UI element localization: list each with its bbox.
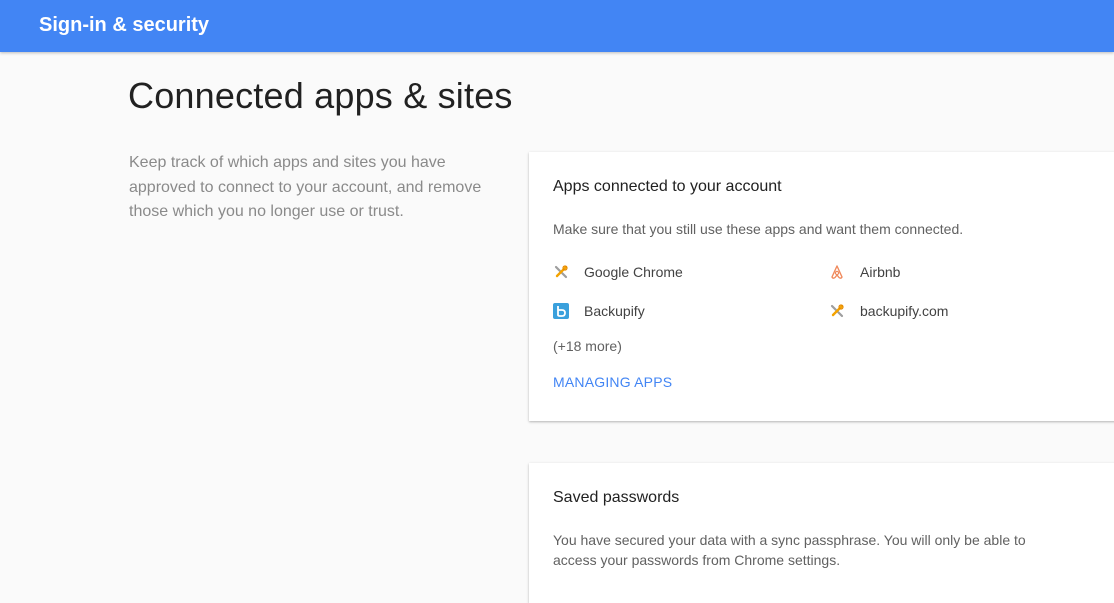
app-item-airbnb[interactable]: Airbnb [829,262,900,282]
key-tools-icon [554,265,568,279]
app-item-backupify-com[interactable]: backupify.com [829,301,948,321]
app-label: Airbnb [860,264,901,280]
page-title: Connected apps & sites [128,75,513,116]
app-item-google-chrome[interactable]: Google Chrome [553,262,683,282]
card-description: You have secured your data with a sync p… [553,532,1026,568]
key-tools-icon [830,304,844,318]
saved-passwords-card: Saved passwords You have secured your da… [529,463,1114,603]
top-app-bar: Sign-in & security [0,0,1114,52]
airbnb-icon [831,265,843,279]
app-label: backupify.com [860,303,949,319]
managing-apps-link[interactable]: MANAGING APPS [553,372,672,392]
app-bar-title: Sign-in & security [39,14,210,36]
card-heading: Saved passwords [553,489,680,506]
connected-apps-card: Apps connected to your account Make sure… [529,152,1114,421]
more-apps-count: (+18 more) [553,338,622,354]
app-item-backupify[interactable]: Backupify [553,301,645,321]
app-label: Google Chrome [584,264,683,280]
backupify-icon [553,303,569,319]
card-description: Make sure that you still use these apps … [553,221,964,237]
page-description: Keep track of which apps and sites you h… [129,154,482,220]
card-heading: Apps connected to your account [553,178,782,195]
app-label: Backupify [584,303,645,319]
